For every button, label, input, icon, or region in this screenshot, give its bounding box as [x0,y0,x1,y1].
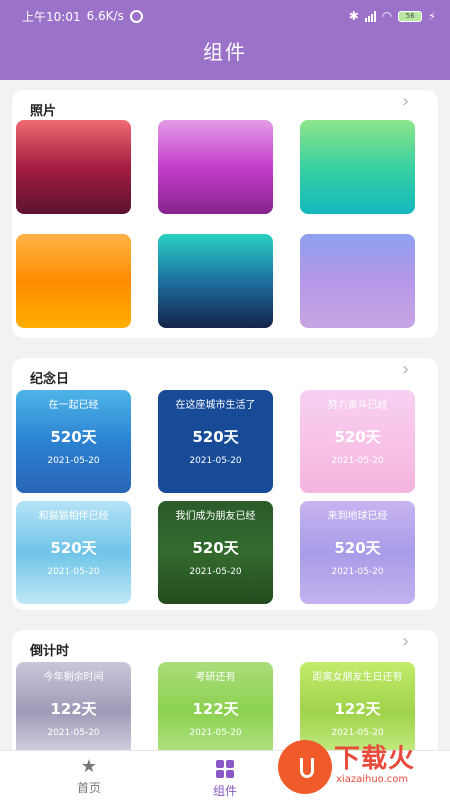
widget-days: 520天 [192,428,239,446]
anniversary-widget-3[interactable]: 努力奋斗已经 520天 2021-05-20 [300,390,415,493]
widget-date: 2021-05-20 [331,456,384,466]
tab-widgets[interactable]: 组件 [180,757,270,799]
anniversary-widget-4[interactable]: 和猫猫相伴已经 520天 2021-05-20 [16,501,131,604]
countdown-widget-2[interactable]: 考研还有 122天 2021-05-20 [158,662,273,750]
widget-title: 考研还有 [195,672,236,683]
widget-title: 距离女朋友生日还有 [312,672,403,683]
anniversary-widget-6[interactable]: 来到地球已经 520天 2021-05-20 [300,501,415,604]
widget-days: 520天 [192,539,239,557]
widget-days: 122天 [334,700,381,718]
photo-widget-6[interactable] [300,234,415,328]
photo-widget-1[interactable] [16,120,131,214]
widget-date: 2021-05-20 [189,567,242,577]
photo-widget-2[interactable] [158,120,273,214]
watermark: 下载火 xiazaihuo.com [276,736,446,798]
chevron-right-icon[interactable]: › [402,361,414,379]
anniversary-widget-2[interactable]: 在这座城市生活了 520天 2021-05-20 [158,390,273,493]
widget-date: 2021-05-20 [47,456,100,466]
wifi-icon: ◠ [381,9,393,23]
widget-days: 122天 [192,700,239,718]
charging-icon: ⚡ [428,9,436,23]
battery-icon: 56 [398,10,423,22]
chevron-right-icon[interactable]: › [402,93,414,111]
widget-days: 520天 [50,428,97,446]
watermark-brand: 下载火 [334,744,416,774]
countdown-widget-1[interactable]: 今年剩余时间 122天 2021-05-20 [16,662,131,750]
watermark-logo-icon [278,740,332,794]
widget-title: 和猫猫相伴已经 [38,511,109,522]
tab-home-label: 首页 [76,781,101,795]
widget-date: 2021-05-20 [189,456,242,466]
widget-days: 520天 [50,539,97,557]
widget-title: 在这座城市生活了 [175,400,256,411]
widget-days: 122天 [50,700,97,718]
content: 照片 › 纪念日 › 在一起已经 520天 2021-05-20 在这座城市生活… [0,80,450,750]
signal-icon [364,10,376,22]
countdown-card: 倒计时 › 今年剩余时间 122天 2021-05-20 考研还有 122天 2… [12,630,438,750]
anniversary-title: 纪念日 [30,372,70,387]
star-icon: ★ [80,756,98,777]
photos-title: 照片 [30,104,57,119]
widget-title: 今年剩余时间 [43,672,104,683]
tab-home[interactable]: ★ 首页 [44,757,134,796]
watermark-domain: xiazaihuo.com [336,774,409,785]
anniversary-widget-5[interactable]: 我们成为朋友已经 520天 2021-05-20 [158,501,273,604]
tab-widgets-label: 组件 [212,784,237,798]
widget-title: 来到地球已经 [327,511,388,522]
widget-title: 我们成为朋友已经 [175,511,256,522]
widget-days: 520天 [334,539,381,557]
widget-date: 2021-05-20 [189,728,242,738]
photo-widget-3[interactable] [300,120,415,214]
chevron-right-icon[interactable]: › [402,633,414,651]
top-bar: 上午10:01 6.6K/s ✱ ◠ 56 ⚡ 组件 [0,0,450,80]
anniversary-card: 纪念日 › 在一起已经 520天 2021-05-20 在这座城市生活了 520… [12,358,438,610]
page-title: 组件 [203,40,247,64]
anniversary-widget-1[interactable]: 在一起已经 520天 2021-05-20 [16,390,131,493]
countdown-title: 倒计时 [30,644,70,659]
photos-card: 照片 › [12,90,438,338]
bluetooth-icon: ✱ [348,9,359,23]
grid-icon [216,760,234,778]
widget-date: 2021-05-20 [331,567,384,577]
widget-title: 在一起已经 [48,400,99,411]
alarm-icon [129,9,143,23]
widget-date: 2021-05-20 [47,567,100,577]
widget-days: 520天 [334,428,381,446]
photo-widget-4[interactable] [16,234,131,328]
widget-title: 努力奋斗已经 [327,400,388,411]
status-time: 上午10:01 [22,9,81,24]
photo-widget-5[interactable] [158,234,273,328]
status-net-speed: 6.6K/s [86,9,124,23]
status-bar: 上午10:01 6.6K/s ✱ ◠ 56 ⚡ [22,6,436,26]
widget-date: 2021-05-20 [47,728,100,738]
